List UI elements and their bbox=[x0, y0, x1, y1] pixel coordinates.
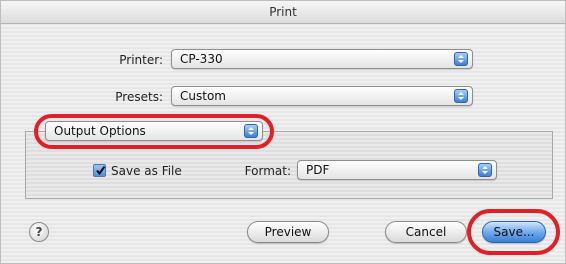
cancel-button[interactable]: Cancel bbox=[385, 221, 467, 243]
preview-button[interactable]: Preview bbox=[247, 221, 329, 243]
print-dialog: Print Printer: CP-330 Presets: Custom Ou… bbox=[0, 0, 566, 264]
popup-arrows-icon bbox=[478, 163, 492, 177]
printer-select[interactable]: CP-330 bbox=[171, 49, 473, 69]
printer-value: CP-330 bbox=[180, 52, 223, 66]
format-select[interactable]: PDF bbox=[297, 160, 497, 180]
save-as-file-label: Save as File bbox=[111, 164, 182, 178]
printer-label: Printer: bbox=[119, 53, 163, 67]
save-as-file-checkbox[interactable] bbox=[93, 164, 106, 177]
popup-arrows-icon bbox=[454, 52, 468, 66]
help-button[interactable]: ? bbox=[29, 222, 49, 242]
highlight-ring-save bbox=[467, 209, 560, 255]
presets-label: Presets: bbox=[115, 90, 163, 104]
highlight-ring-output-options bbox=[34, 114, 274, 149]
presets-value: Custom bbox=[180, 89, 226, 103]
window-title: Print bbox=[1, 1, 565, 24]
popup-arrows-icon bbox=[454, 89, 468, 103]
format-label: Format: bbox=[244, 164, 291, 178]
presets-select[interactable]: Custom bbox=[171, 86, 473, 106]
format-value: PDF bbox=[306, 163, 330, 177]
